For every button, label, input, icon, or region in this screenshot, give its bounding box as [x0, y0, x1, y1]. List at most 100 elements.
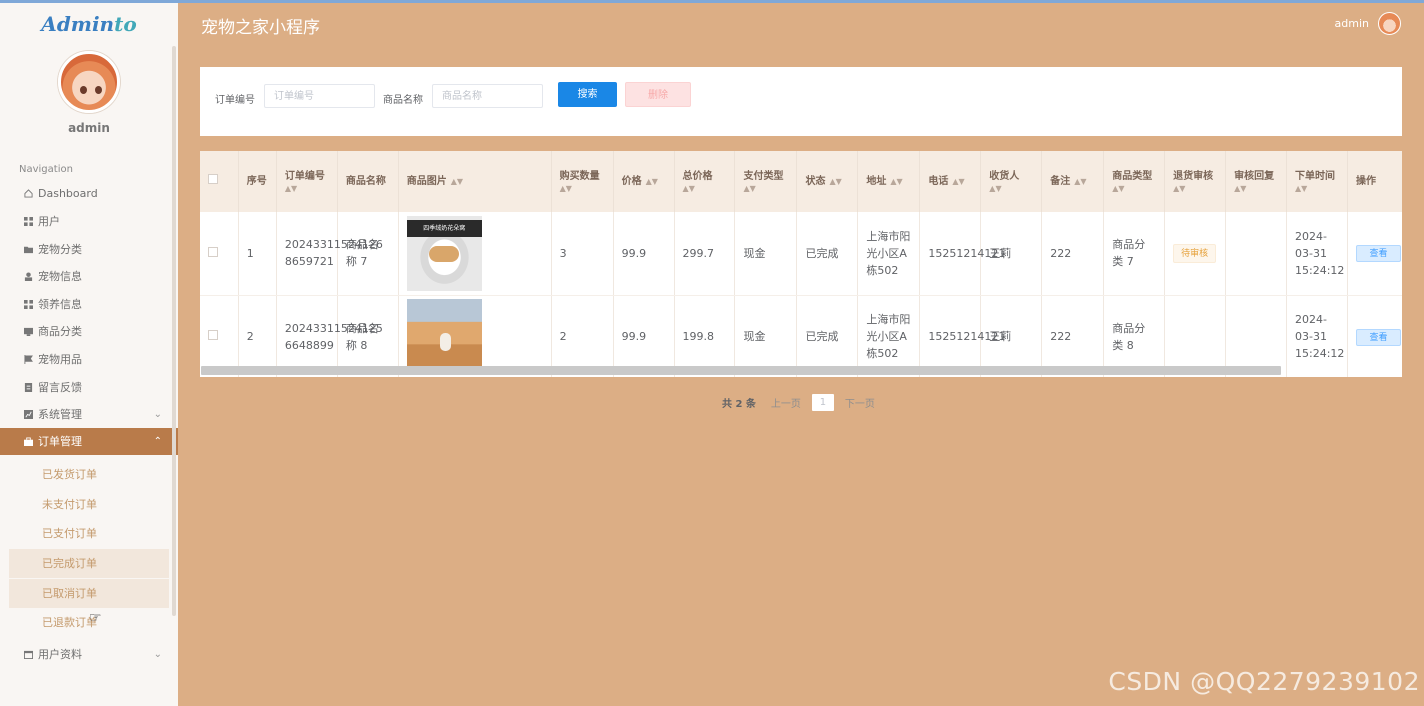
row-select-cell[interactable]: [200, 295, 239, 377]
sidebar-item-pet-supplies[interactable]: 宠物用品: [0, 346, 178, 373]
chevron-up-icon: ⌃: [153, 436, 162, 447]
cell-return-review: [1164, 295, 1227, 377]
column-header-label: 电话: [928, 176, 949, 187]
sort-icon[interactable]: ▲▼: [1074, 177, 1086, 187]
view-button[interactable]: 查看: [1355, 245, 1401, 263]
sort-icon[interactable]: ▲▼: [890, 177, 902, 187]
column-header-label: 购买数量: [559, 171, 600, 182]
column-header[interactable]: 总价格 ▲▼: [674, 151, 736, 212]
column-header[interactable]: 地址 ▲▼: [857, 151, 921, 212]
column-header: 序号: [238, 151, 277, 212]
sidebar-scrollbar[interactable]: [172, 46, 176, 616]
order-no-input[interactable]: [264, 84, 375, 108]
cell-status: 已完成: [796, 295, 859, 377]
cell-receiver: 王莉: [980, 295, 1043, 377]
sidebar-item-adoption[interactable]: 领养信息: [0, 291, 178, 318]
sort-icon[interactable]: ▲▼: [646, 177, 658, 187]
cell-product: 商品名称 8: [337, 295, 399, 377]
column-header[interactable]: 支付类型 ▲▼: [734, 151, 798, 212]
sidebar-subitem-cancelled[interactable]: 已取消订单: [9, 579, 169, 608]
sidebar-subitem-completed[interactable]: 已完成订单: [9, 549, 169, 578]
column-header-label: 备注: [1050, 176, 1071, 187]
sort-icon[interactable]: ▲▼: [743, 184, 788, 194]
sort-icon[interactable]: ▲▼: [1295, 184, 1339, 194]
sidebar-item-orders[interactable]: 订单管理 ⌃: [0, 428, 178, 455]
search-button[interactable]: 搜索: [558, 82, 617, 107]
sort-icon[interactable]: ▲▼: [285, 184, 329, 194]
sort-icon[interactable]: ▲▼: [1234, 184, 1278, 194]
product-image[interactable]: [406, 299, 482, 374]
select-all-checkbox[interactable]: [208, 174, 218, 184]
sidebar-subitem-paid[interactable]: 已支付订单: [9, 519, 169, 548]
sidebar-username: admin: [68, 121, 110, 135]
cell-address: 上海市阳光小区A栋502: [857, 295, 921, 377]
cell-phone: 15251214121: [919, 212, 1005, 296]
column-header[interactable]: 购买数量 ▲▼: [551, 151, 614, 212]
cell-total: 199.8: [674, 295, 736, 377]
prev-page-button[interactable]: 上一页: [771, 395, 801, 410]
column-header[interactable]: 电话 ▲▼: [919, 151, 982, 212]
product-name-input[interactable]: [432, 84, 543, 108]
next-page-button[interactable]: 下一页: [845, 395, 875, 410]
cell-return-review: 待审核: [1164, 212, 1227, 296]
delete-button[interactable]: 删除: [625, 82, 691, 107]
sidebar-item-label: 商品分类: [38, 325, 82, 338]
table-row: 1 20243311524126 8659721 商品名称 7 四季绒奶花朵窝 …: [200, 212, 1402, 296]
cell-price: 99.9: [613, 212, 675, 296]
column-header-label: 商品名称: [345, 176, 386, 187]
sort-icon[interactable]: ▲▼: [451, 177, 463, 187]
sidebar-item-users[interactable]: 用户: [0, 208, 178, 235]
cell-pay-type: 现金: [734, 295, 798, 377]
page-number-button[interactable]: 1: [811, 393, 834, 411]
sort-icon[interactable]: ▲▼: [1173, 184, 1217, 194]
row-select-cell[interactable]: [200, 212, 239, 296]
column-header[interactable]: 备注 ▲▼: [1041, 151, 1105, 212]
table-horizontal-scrollbar[interactable]: [201, 366, 1281, 375]
column-header[interactable]: 收货人 ▲▼: [980, 151, 1043, 212]
app-logo[interactable]: Adminto: [0, 12, 178, 36]
column-header[interactable]: 下单时间 ▲▼: [1286, 151, 1348, 212]
sidebar-item-dashboard[interactable]: Dashboard: [0, 180, 178, 207]
cell-total: 299.7: [674, 212, 736, 296]
column-header[interactable]: 商品图片 ▲▼: [398, 151, 552, 212]
column-header[interactable]: 商品类型 ▲▼: [1103, 151, 1166, 212]
sort-icon[interactable]: ▲▼: [560, 184, 605, 194]
column-header[interactable]: 审核回复 ▲▼: [1225, 151, 1288, 212]
column-header[interactable]: 订单编号 ▲▼: [276, 151, 338, 212]
header-select-all[interactable]: [200, 151, 239, 212]
sort-icon[interactable]: ▲▼: [683, 184, 727, 194]
column-header[interactable]: 退货审核 ▲▼: [1164, 151, 1227, 212]
row-checkbox[interactable]: [208, 330, 218, 340]
column-header-label: 商品类型: [1112, 171, 1153, 182]
product-image[interactable]: 四季绒奶花朵窝: [406, 215, 482, 291]
sidebar-item-system[interactable]: 系统管理 ⌄: [0, 401, 178, 428]
sidebar-subitem-unpaid[interactable]: 未支付订单: [9, 490, 169, 519]
grid-icon: [24, 300, 33, 309]
cell-remark: 222: [1041, 212, 1105, 296]
column-header-label: 收货人: [989, 171, 1020, 182]
view-button[interactable]: 查看: [1355, 328, 1401, 346]
sidebar-subitem-shipped[interactable]: 已发货订单: [9, 460, 169, 489]
cell-receiver: 王莉: [980, 212, 1043, 296]
header-avatar[interactable]: [1378, 12, 1401, 35]
sidebar-item-product-category[interactable]: 商品分类: [0, 318, 178, 345]
sidebar-item-pet-info[interactable]: 宠物信息: [0, 263, 178, 290]
row-checkbox[interactable]: [208, 246, 218, 257]
sort-icon[interactable]: ▲▼: [989, 184, 1033, 194]
sidebar-item-feedback[interactable]: 留言反馈: [0, 374, 178, 401]
sort-icon[interactable]: ▲▼: [829, 177, 841, 187]
cell-category: 商品分类 7: [1103, 212, 1166, 296]
sort-icon[interactable]: ▲▼: [952, 177, 964, 187]
status-badge: 待审核: [1173, 243, 1217, 263]
cell-category: 商品分类 8: [1103, 295, 1166, 377]
sort-icon[interactable]: ▲▼: [1112, 184, 1156, 194]
cell-address: 上海市阳光小区A栋502: [857, 212, 921, 296]
image-caption: 四季绒奶花朵窝: [406, 219, 482, 237]
column-header[interactable]: 价格 ▲▼: [613, 151, 675, 212]
sidebar-item-pet-category[interactable]: 宠物分类: [0, 236, 178, 263]
table-row: 2 20243311524125 6648899 商品名称 8 2 99.9 1…: [200, 295, 1402, 377]
column-header[interactable]: 状态 ▲▼: [796, 151, 859, 212]
cell-product: 商品名称 7: [337, 212, 399, 296]
sidebar-item-user-profile[interactable]: 用户资料 ⌄: [0, 641, 178, 668]
header-username[interactable]: admin: [1335, 17, 1369, 30]
